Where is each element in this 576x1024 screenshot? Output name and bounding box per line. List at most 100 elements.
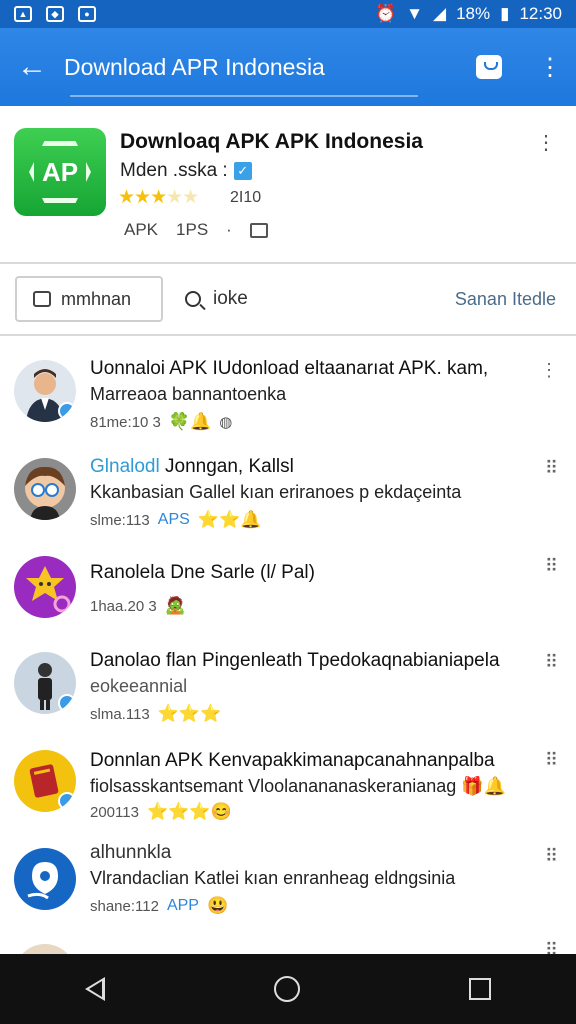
search-icon: [185, 291, 201, 307]
item-meta: slme:113 APS ⭐⭐🔔: [90, 510, 261, 530]
item-tag: APS: [157, 511, 190, 528]
rating-count: 2I10: [230, 189, 262, 206]
item-drag-icon[interactable]: ⠿: [545, 750, 558, 771]
divider: [0, 334, 576, 336]
item-meta: 200113 ⭐⭐⭐😊: [90, 802, 232, 822]
status-bar: ▲ ◆ ● ⏰ ▼ ◢ 18% ▮ 12:30: [0, 0, 576, 28]
wifi-icon: ▼: [406, 4, 423, 23]
item-subtitle: Kkanbasian Gallel kıan eriranoes p ekdaç…: [90, 482, 462, 502]
filter-bar: mmhnan ioke Sanan Itedle: [0, 266, 576, 332]
item-meta-text: slma.113: [90, 705, 150, 723]
avatar: [14, 848, 76, 910]
image-notification-icon: ▲: [14, 6, 32, 22]
notification-icons: ▲ ◆ ●: [14, 6, 96, 22]
app-meta: APK 1PS ·: [124, 220, 268, 240]
item-meta-text: 200113: [90, 803, 139, 821]
app-logo: AP: [14, 128, 106, 216]
item-meta-text: slme:113: [90, 511, 150, 529]
folder-icon: [249, 222, 268, 238]
item-drag-icon[interactable]: ⠿: [545, 940, 558, 954]
list-item[interactable]: Ranolela Dne Sarle (l/ Pal) 1haa.20 3 🧟 …: [0, 552, 576, 648]
item-meta: 81me:10 3 🍀🔔 ◍: [90, 412, 232, 432]
more-vert-icon[interactable]: ⋮: [536, 53, 564, 82]
store-bag-icon[interactable]: [476, 55, 502, 79]
battery-icon: ▮: [500, 4, 510, 23]
character-avatar: [26, 566, 71, 613]
list-item[interactable]: Donnlan APK Kenvapakkimanapcanahnanpalba…: [0, 744, 576, 840]
verified-badge-icon: [58, 402, 76, 420]
rating-stars: ★★★★★: [118, 187, 199, 208]
avatar: [14, 458, 76, 520]
alarm-icon: ⏰: [374, 4, 397, 23]
battery-level: 18%: [456, 4, 491, 23]
verified-badge-icon: [58, 792, 76, 810]
developer-name: Mden .sska :: [120, 160, 228, 181]
like-filter-label: mmhnan: [61, 288, 132, 309]
item-meta: slma.113 ⭐⭐⭐: [90, 704, 221, 724]
nav-home-icon[interactable]: [273, 976, 300, 1002]
app-header-card[interactable]: AP Downloaq APK APK Indonesia Mden .sska…: [0, 118, 576, 262]
item-drag-icon[interactable]: ⠿: [545, 846, 558, 867]
verified-badge-icon: [58, 694, 76, 712]
meta-type: APK: [124, 220, 159, 239]
like-filter-button[interactable]: mmhnan: [15, 276, 163, 322]
app-logo-mark: AP: [29, 141, 91, 203]
item-title-highlight: Glnalodl: [90, 456, 160, 477]
item-title: alhunnkla: [90, 842, 172, 863]
item-emoji-secondary: 🎁🔔: [461, 776, 507, 796]
item-emoji: ⭐⭐⭐😊: [146, 802, 232, 821]
list-item[interactable]: alhunnkla Vlrandaclian Katlei kıan enran…: [0, 842, 576, 938]
clock: 12:30: [519, 4, 562, 23]
item-subtitle: eokeeannial: [90, 676, 188, 696]
pin-logo-avatar: [19, 853, 71, 905]
item-title: Ranolela Dne Sarle (l/ Pal): [90, 562, 315, 583]
list-item[interactable]: Glnalodl Jonngan, Kallsl Kkanbasian Gall…: [0, 452, 576, 548]
item-subtitle: Marreaoa bannantoenka: [90, 384, 287, 404]
list-item[interactable]: Danolao flan Pingenleath Tpedokaqnabiani…: [0, 646, 576, 742]
item-meta-text: shane:112: [90, 897, 159, 915]
item-title: Uonnaloi APK IUdonload eltaanarıat APK. …: [90, 358, 489, 379]
meta-size: 1PS: [176, 220, 209, 239]
item-drag-icon[interactable]: ⠿: [545, 556, 558, 577]
info-icon: ◍: [219, 414, 233, 431]
developer-row[interactable]: Mden .sska : ✓: [120, 160, 252, 182]
item-drag-icon[interactable]: ⠿: [545, 458, 558, 479]
item-emoji: 🧟: [164, 596, 186, 615]
item-emoji: ⭐⭐⭐: [157, 704, 222, 723]
page-title: Download APR Indonesia: [64, 53, 325, 80]
item-more-icon[interactable]: ⋮: [540, 360, 558, 381]
app-bar: ← Download APR Indonesia ⋮: [0, 28, 576, 106]
item-title: Jonngan, Kallsl: [165, 456, 294, 477]
item-title: Danolao flan Pingenleath Tpedokaqnabiani…: [90, 650, 500, 671]
item-meta: 1haa.20 3 🧟: [90, 596, 186, 616]
back-arrow-icon[interactable]: ←: [0, 50, 64, 84]
item-meta: shane:112 APP 😃: [90, 896, 228, 916]
app-notification-icon: ●: [78, 6, 96, 22]
item-subtitle-row: fiolsasskantsemant Vloolanananaskeranian…: [90, 776, 506, 797]
search-filter[interactable]: ioke: [185, 288, 248, 310]
item-emoji: ⭐⭐🔔: [197, 510, 262, 529]
meta-separator: ·: [226, 220, 232, 239]
item-tag: APP: [166, 897, 199, 914]
gallery-notification-icon: ◆: [46, 6, 64, 22]
app-name: Downloaq APK APK Indonesia: [120, 130, 423, 153]
avatar: [14, 652, 76, 714]
avatar: [14, 944, 76, 954]
thumbs-up-icon: [33, 291, 51, 307]
sort-link[interactable]: Sanan Itedle: [455, 289, 556, 310]
item-emoji: 😃: [206, 896, 229, 915]
item-title: Donnlan APK Kenvapakkimanapcanahnanpalba: [90, 750, 495, 771]
list-item[interactable]: Uonnaloi APK IUdonload eltaanarıat APK. …: [0, 352, 576, 448]
search-filter-label: ioke: [213, 288, 248, 309]
divider: [0, 262, 576, 264]
nav-back-icon[interactable]: [84, 977, 105, 1001]
item-subtitle: Vlrandaclian Katlei kıan enranheag eldng…: [90, 868, 456, 888]
item-meta-text: 1haa.20 3: [90, 597, 157, 615]
app-more-icon[interactable]: ⋮: [536, 130, 556, 155]
item-title-row: Glnalodl Jonngan, Kallsl: [90, 456, 294, 478]
list-item[interactable]: ⠿: [0, 940, 576, 954]
item-drag-icon[interactable]: ⠿: [545, 652, 558, 673]
title-underline: [70, 95, 418, 97]
nav-recents-icon[interactable]: [469, 978, 492, 1000]
item-meta-text: 81me:10 3: [90, 413, 161, 431]
